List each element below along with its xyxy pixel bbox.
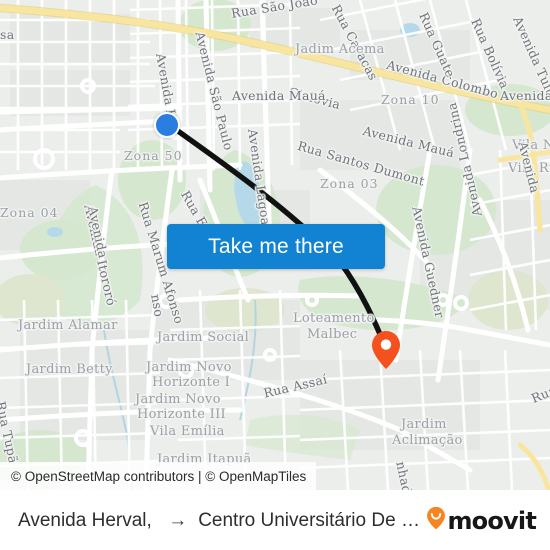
arrow-right-icon: → <box>168 509 188 531</box>
moovit-map-screen: Rua São João Rua Caracas Jadim Acema Avenid… <box>0 0 550 550</box>
map-canvas[interactable]: Rua São João Rua Caracas Jadim Acema Avenid… <box>0 0 550 490</box>
take-me-there-label: Take me there <box>208 234 344 258</box>
route-origin-label: Avenida Herval, 3… <box>18 509 157 531</box>
route-summary: Avenida Herval, 3… → Centro Universitári… <box>18 510 420 532</box>
route-destination-label: Centro Universitário De Marin… <box>198 509 420 531</box>
destination-pin[interactable] <box>370 330 402 370</box>
moovit-logo[interactable]: moovit <box>420 506 537 535</box>
attribution-text: © OpenStreetMap contributors | © OpenMap… <box>11 468 307 484</box>
footer-bar: Avenida Herval, 3… → Centro Universitári… <box>0 490 550 550</box>
origin-location-dot[interactable] <box>154 112 180 138</box>
map-attribution: © OpenStreetMap contributors | © OpenMap… <box>0 462 317 490</box>
take-me-there-button[interactable]: Take me there <box>167 224 385 269</box>
moovit-wordmark: moovit <box>447 506 536 535</box>
moovit-pin-icon <box>426 506 446 535</box>
